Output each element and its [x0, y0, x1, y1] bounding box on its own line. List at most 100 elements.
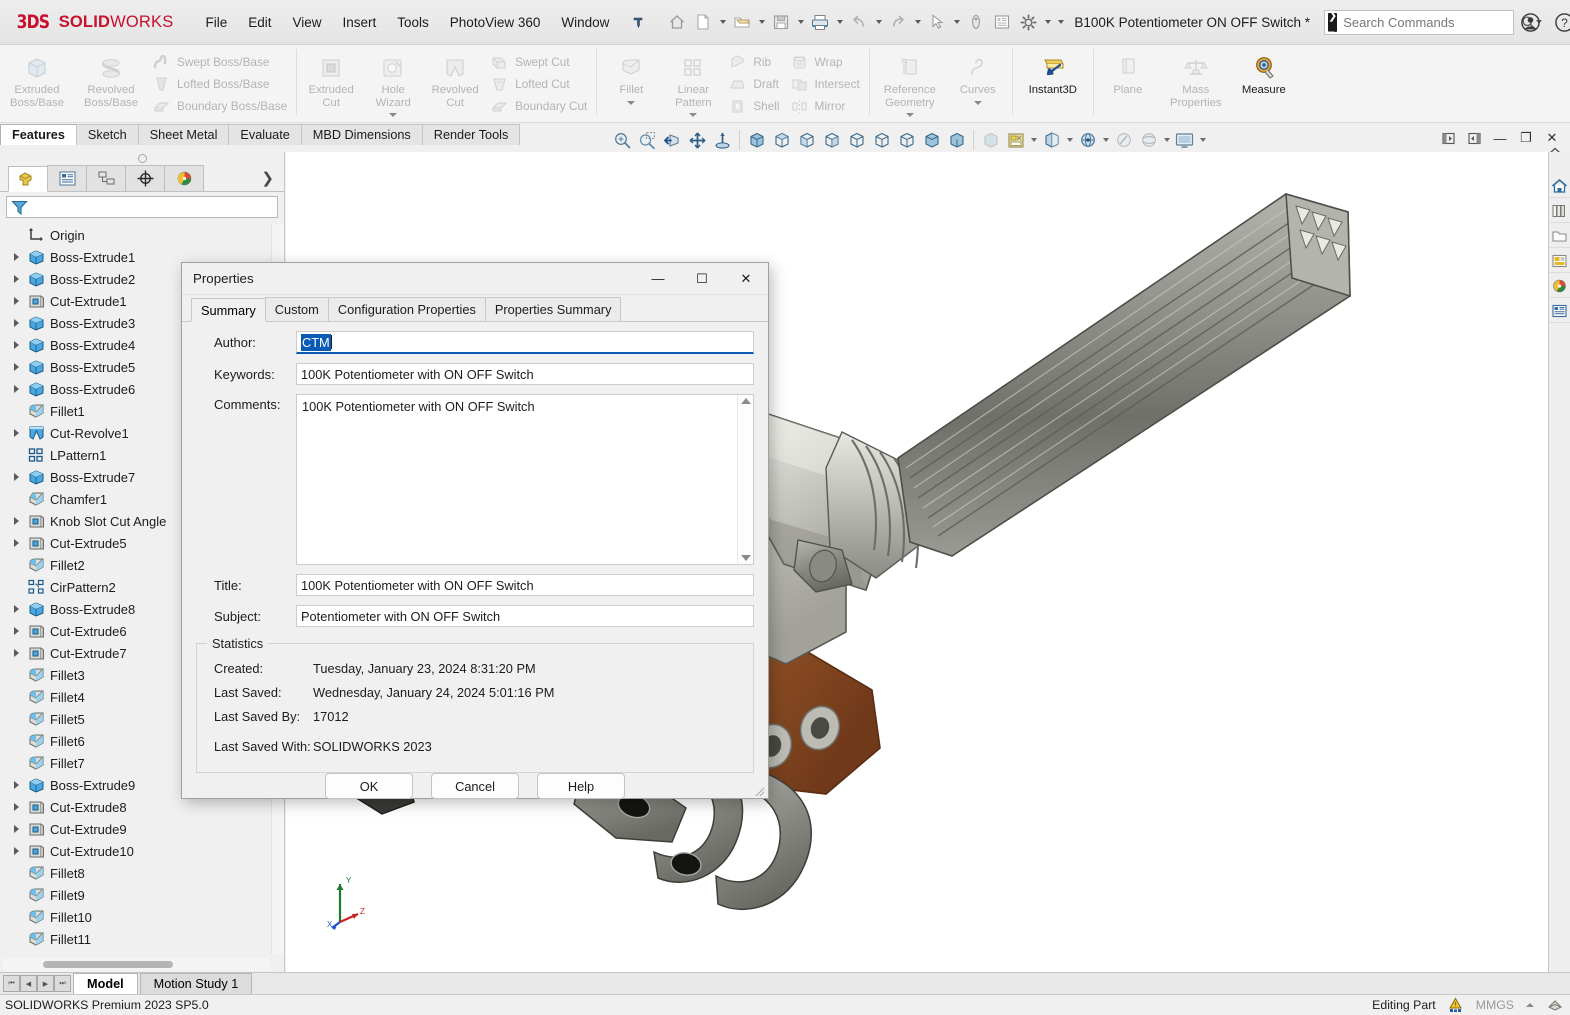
boundary-boss-base-button[interactable]: Boundary Boss/Base — [148, 95, 293, 117]
dialog-tab-custom[interactable]: Custom — [264, 297, 329, 321]
gear-options-icon[interactable] — [1015, 7, 1041, 37]
panel-splitter-grip[interactable] — [0, 152, 284, 165]
expand-arrow-icon[interactable] — [9, 620, 24, 642]
help-icon[interactable]: ? — [1548, 0, 1570, 44]
plane-button[interactable]: Plane — [1097, 47, 1159, 97]
expand-arrow-icon[interactable] — [9, 642, 24, 664]
expand-arrow-icon[interactable] — [9, 356, 24, 378]
options-dropdown-caret[interactable] — [1041, 7, 1054, 37]
resize-grip-icon[interactable] — [1546, 997, 1564, 1013]
expand-arrow-icon[interactable] — [9, 532, 24, 554]
view-left-icon[interactable] — [819, 127, 844, 153]
feature-tree-filter-bar[interactable] — [6, 196, 278, 218]
tab-render-tools[interactable]: Render Tools — [421, 124, 521, 145]
view-right-icon[interactable] — [844, 127, 869, 153]
maximize-document-button[interactable]: ❐ — [1514, 126, 1538, 150]
restore-left-panel-icon[interactable] — [1436, 126, 1460, 150]
feature-tree-item[interactable]: Origin — [3, 224, 270, 246]
scroll-down-arrow-icon[interactable] — [740, 555, 751, 561]
mass-properties-button[interactable]: Mass Properties — [1159, 47, 1233, 109]
display-manager-tab[interactable] — [164, 165, 204, 191]
extruded-boss-base-button[interactable]: Extruded Boss/Base — [0, 47, 74, 109]
save-icon[interactable] — [768, 7, 794, 37]
undo-dropdown-caret[interactable] — [872, 7, 885, 37]
units-label[interactable]: MMGS — [1476, 998, 1514, 1012]
dimxpert-manager-tab[interactable] — [125, 165, 165, 191]
select-dropdown-caret[interactable] — [950, 7, 963, 37]
feature-tree-item[interactable]: Cut-Extrude10 — [3, 840, 270, 862]
hole-wizard-dropdown-caret[interactable] — [362, 109, 424, 121]
custom-properties-icon[interactable] — [1549, 299, 1570, 323]
help-button[interactable]: Help — [537, 773, 625, 799]
expand-arrow-icon[interactable] — [9, 774, 24, 796]
intersect-button[interactable]: Intersect — [786, 73, 866, 95]
fillet-button[interactable]: Fillet — [600, 47, 662, 109]
sw-resources-home-icon[interactable] — [1549, 174, 1570, 198]
view-top-icon[interactable] — [869, 127, 894, 153]
curves-dropdown-caret[interactable] — [947, 97, 1009, 109]
feature-tree-item[interactable]: Cut-Extrude9 — [3, 818, 270, 840]
menu-insert[interactable]: Insert — [333, 11, 387, 34]
expand-arrow-icon[interactable] — [9, 246, 24, 268]
display-style-shaded-icon[interactable] — [978, 127, 1003, 153]
linear-pattern-button[interactable]: Linear Pattern — [662, 47, 724, 121]
keywords-field[interactable] — [296, 363, 754, 385]
curves-button[interactable]: Curves — [947, 47, 1009, 109]
measure-button[interactable]: Measure — [1233, 47, 1295, 97]
view-bottom-icon[interactable] — [894, 127, 919, 153]
expand-arrow-icon[interactable] — [9, 378, 24, 400]
view-palette-icon[interactable] — [1549, 249, 1570, 273]
expand-arrow-icon[interactable] — [9, 510, 24, 532]
new-document-icon[interactable] — [690, 7, 716, 37]
mirror-button[interactable]: Mirror — [786, 95, 866, 117]
edit-appearance-icon[interactable] — [1039, 127, 1064, 153]
menu-view[interactable]: View — [282, 11, 331, 34]
view-back-icon[interactable] — [794, 127, 819, 153]
view-front-icon[interactable] — [769, 127, 794, 153]
file-properties-icon[interactable] — [989, 7, 1015, 37]
hide-show-items-icon[interactable] — [1003, 127, 1028, 153]
rib-button[interactable]: Rib — [724, 51, 785, 73]
menu-window[interactable]: Window — [551, 11, 619, 34]
tab-evaluate[interactable]: Evaluate — [228, 124, 302, 145]
display-manager-icon[interactable] — [1136, 127, 1161, 153]
dialog-minimize-button[interactable]: — — [636, 263, 680, 295]
swept-boss-base-button[interactable]: Swept Boss/Base — [148, 51, 293, 73]
home-icon[interactable] — [664, 7, 690, 37]
print-icon[interactable] — [807, 7, 833, 37]
scrollbar-thumb[interactable] — [43, 961, 173, 968]
scene-dropdown-caret[interactable] — [1100, 127, 1111, 153]
draft-button[interactable]: Draft — [724, 73, 785, 95]
feature-tree-item[interactable]: Cut-Extrude8 — [3, 796, 270, 818]
author-field[interactable]: CTM — [296, 331, 754, 354]
scroll-up-arrow-icon[interactable] — [740, 398, 751, 404]
menu-edit[interactable]: Edit — [238, 11, 281, 34]
view-settings-icon[interactable] — [1111, 127, 1136, 153]
appearances-scenes-icon[interactable] — [1549, 274, 1570, 298]
first-tab-button[interactable]: ⏮ — [3, 975, 20, 992]
expand-arrow-icon[interactable] — [9, 290, 24, 312]
document-tab-motion-study[interactable]: Motion Study 1 — [139, 973, 253, 994]
comments-scrollbar[interactable] — [737, 395, 753, 564]
file-explorer-icon[interactable] — [1549, 224, 1570, 248]
menu-file[interactable]: File — [195, 11, 237, 34]
feature-tree-item[interactable]: Fillet11 — [3, 928, 270, 950]
rebuild-icon[interactable] — [963, 7, 989, 37]
undo-icon[interactable] — [846, 7, 872, 37]
swept-cut-button[interactable]: Swept Cut — [486, 51, 593, 73]
expand-arrow-icon[interactable] — [9, 312, 24, 334]
expand-arrow-icon[interactable] — [9, 818, 24, 840]
revolved-cut-button[interactable]: Revolved Cut — [424, 47, 486, 109]
save-dropdown-caret[interactable] — [794, 7, 807, 37]
zoom-to-fit-icon[interactable] — [610, 127, 635, 153]
dialog-tab-properties-summary[interactable]: Properties Summary — [484, 297, 622, 321]
expand-arrow-icon[interactable] — [9, 466, 24, 488]
expand-arrow-icon[interactable] — [9, 598, 24, 620]
dialog-close-button[interactable]: ✕ — [724, 263, 768, 295]
dialog-title-bar[interactable]: Properties — ☐ ✕ — [182, 263, 768, 295]
feature-tree-horizontal-scrollbar[interactable] — [3, 958, 270, 971]
feature-tree-item[interactable]: Fillet10 — [3, 906, 270, 928]
lofted-cut-button[interactable]: Lofted Cut — [486, 73, 593, 95]
display-manager-dropdown-caret[interactable] — [1161, 127, 1172, 153]
boundary-cut-button[interactable]: Boundary Cut — [486, 95, 593, 117]
